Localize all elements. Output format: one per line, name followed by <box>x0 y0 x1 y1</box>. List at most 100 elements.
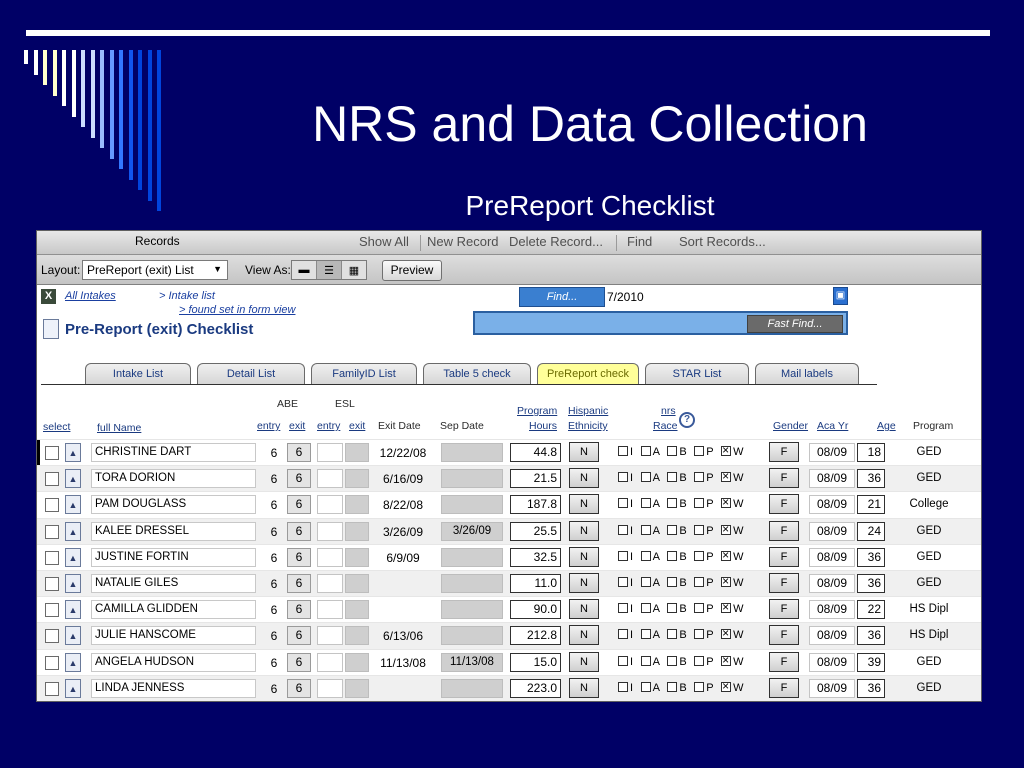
program-hours-header[interactable]: Program <box>517 405 557 417</box>
full-name-field[interactable]: ANGELA HUDSON <box>91 652 256 672</box>
esl-exit-field[interactable] <box>345 626 369 646</box>
abe-entry-value[interactable]: 6 <box>263 498 285 512</box>
race-checkbox[interactable] <box>667 550 678 561</box>
esl-exit-field[interactable] <box>345 600 369 620</box>
abe-entry-value[interactable]: 6 <box>263 682 285 696</box>
esl-entry-field[interactable] <box>317 573 343 593</box>
layout-select[interactable]: PreReport (exit) List ▼ <box>82 260 228 280</box>
age-value[interactable]: 36 <box>857 547 885 567</box>
race-checkbox[interactable] <box>640 472 651 483</box>
sep-date-value[interactable]: 11/13/08 <box>441 652 503 672</box>
gender-button[interactable]: F <box>769 599 799 620</box>
abe-entry-value[interactable]: 6 <box>263 472 285 486</box>
all-intakes-link[interactable]: All Intakes <box>65 290 116 302</box>
find-records-button[interactable]: Find... <box>519 287 605 307</box>
aca-yr-value[interactable]: 08/09 <box>809 443 855 462</box>
race-checkbox[interactable] <box>667 629 678 640</box>
race-checkbox[interactable] <box>618 655 628 666</box>
calendar-icon[interactable]: ▣ <box>833 287 848 305</box>
open-record-icon[interactable]: ▲ <box>65 547 81 567</box>
select-checkbox[interactable] <box>45 603 59 618</box>
race-checkbox[interactable] <box>667 576 678 587</box>
gender-button[interactable]: F <box>769 546 799 567</box>
select-checkbox[interactable] <box>45 655 59 670</box>
table-row[interactable]: ▲ CAMILLA GLIDDEN 66 90.0 N I A B P W F 08/0922 HS D… <box>37 596 981 622</box>
open-record-icon[interactable]: ▲ <box>65 495 81 515</box>
help-icon[interactable]: ? <box>679 412 695 428</box>
race-checkbox[interactable] <box>640 681 651 692</box>
abe-exit-value[interactable]: 6 <box>287 469 311 489</box>
age-value[interactable]: 21 <box>857 495 885 515</box>
open-record-icon[interactable]: ▲ <box>65 600 81 620</box>
exit-date-value[interactable]: 11/13/08 <box>373 656 433 670</box>
select-checkbox[interactable] <box>45 498 59 513</box>
sort-records-button[interactable]: Sort Records... <box>679 234 766 249</box>
abe-exit-value[interactable]: 6 <box>287 495 311 515</box>
tab-intake-list[interactable]: Intake List <box>85 363 191 384</box>
exit-date-value[interactable]: 3/26/09 <box>373 525 433 539</box>
race-checkbox[interactable] <box>694 655 705 666</box>
intake-list-link[interactable]: > Intake list <box>159 290 215 302</box>
gender-button[interactable]: F <box>769 442 799 462</box>
abe-exit-value[interactable]: 6 <box>287 573 311 593</box>
find-button[interactable]: Find <box>627 234 652 249</box>
list-view-icon[interactable]: ☰ <box>317 261 342 279</box>
esl-exit-field[interactable] <box>345 521 369 541</box>
full-name-field[interactable]: PAM DOUGLASS <box>91 495 256 515</box>
full-name-field[interactable]: CHRISTINE DART <box>91 443 256 462</box>
race-checkbox[interactable] <box>721 443 732 457</box>
aca-yr-value[interactable]: 08/09 <box>809 678 855 698</box>
race-checkbox[interactable] <box>667 681 678 692</box>
age-value[interactable]: 39 <box>857 652 885 672</box>
full-name-field[interactable]: JULIE HANSCOME <box>91 626 256 646</box>
select-checkbox[interactable] <box>45 472 59 487</box>
esl-entry-field[interactable] <box>317 678 343 698</box>
open-record-icon[interactable]: ▲ <box>65 652 81 672</box>
race-checkbox[interactable] <box>721 574 732 588</box>
race-checkbox[interactable] <box>667 524 678 535</box>
hours-header[interactable]: Hours <box>529 420 557 432</box>
race-checkbox[interactable] <box>667 472 678 483</box>
ethnicity-button[interactable]: N <box>569 677 599 698</box>
esl-entry-field[interactable] <box>317 652 343 672</box>
ethnicity-button[interactable]: N <box>569 546 599 567</box>
race-checkbox[interactable] <box>667 446 678 456</box>
tab-mail-labels[interactable]: Mail labels <box>755 363 859 384</box>
age-value[interactable]: 24 <box>857 521 885 541</box>
open-record-icon[interactable]: ▲ <box>65 469 81 489</box>
race-checkbox[interactable] <box>640 498 651 509</box>
aca-yr-value[interactable]: 08/09 <box>809 521 855 541</box>
table-row[interactable]: ▲ CHRISTINE DART 66 12/22/08 44.8 N I A B P W F 08/0… <box>37 439 981 466</box>
race-checkbox[interactable] <box>721 653 732 667</box>
esl-exit-field[interactable] <box>345 469 369 489</box>
tab-table-5-check[interactable]: Table 5 check <box>423 363 531 384</box>
table-row[interactable]: ▲ JULIE HANSCOME 66 6/13/06 212.8 N I A B P W F 08/0… <box>37 622 981 649</box>
tab-prereport-check[interactable]: PreReport check <box>537 363 639 384</box>
race-checkbox[interactable] <box>694 576 705 587</box>
delete-record-button[interactable]: Delete Record... <box>509 234 603 249</box>
race-checkbox[interactable] <box>667 655 678 666</box>
open-record-icon[interactable]: ▲ <box>65 443 81 462</box>
race-checkbox[interactable] <box>694 446 705 456</box>
full-name-header[interactable]: full Name <box>97 422 141 434</box>
table-view-icon[interactable]: ▦ <box>342 261 366 279</box>
abe-entry-value[interactable]: 6 <box>263 525 285 539</box>
esl-exit-field[interactable] <box>345 547 369 567</box>
race-checkbox[interactable] <box>694 629 705 640</box>
ethnicity-button[interactable]: N <box>569 572 599 593</box>
abe-exit-value[interactable]: 6 <box>287 521 311 541</box>
ethnicity-header[interactable]: Ethnicity <box>568 420 608 432</box>
ethnicity-button[interactable]: N <box>569 520 599 541</box>
select-checkbox[interactable] <box>45 550 59 565</box>
race-checkbox[interactable] <box>618 576 628 587</box>
race-checkbox[interactable] <box>694 550 705 561</box>
ethnicity-button[interactable]: N <box>569 494 599 515</box>
race-checkbox[interactable] <box>667 603 678 614</box>
esl-exit-field[interactable] <box>345 443 369 462</box>
gender-button[interactable]: F <box>769 572 799 593</box>
hispanic-header[interactable]: Hispanic <box>568 405 608 417</box>
table-row[interactable]: ▲ NATALIE GILES 66 11.0 N I A B P W F 08/0936 GED <box>37 569 981 597</box>
table-row[interactable]: ▲ PAM DOUGLASS 66 8/22/08 187.8 N I A B P W F 08/092… <box>37 491 981 517</box>
new-record-button[interactable]: New Record <box>427 234 499 249</box>
program-hours-value[interactable]: 90.0 <box>510 600 561 620</box>
